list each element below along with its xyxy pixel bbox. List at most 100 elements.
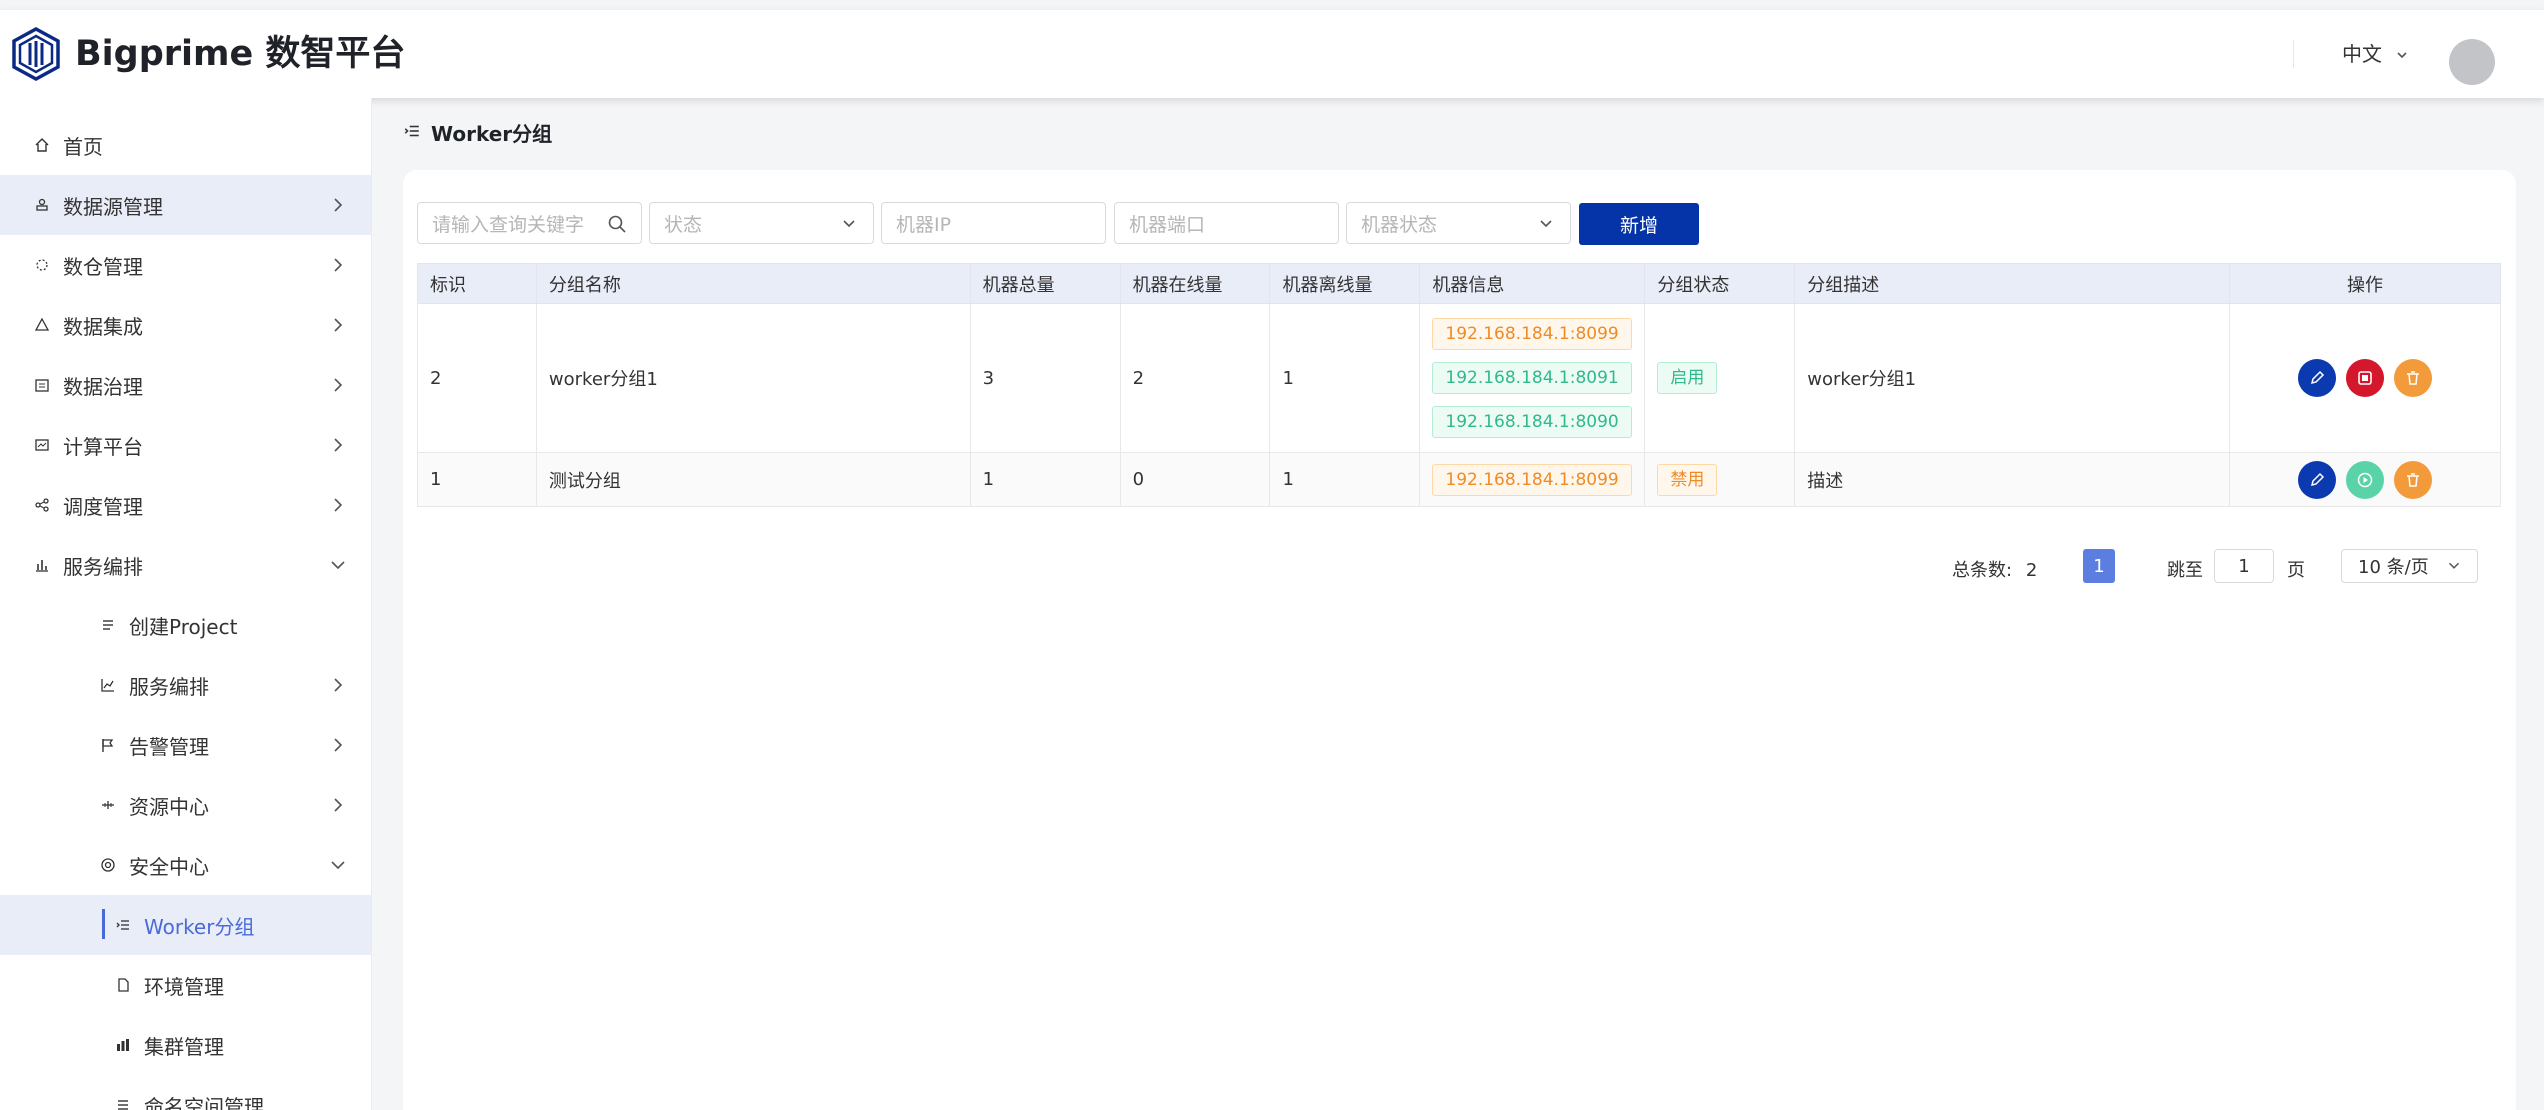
governance-icon [33,376,51,394]
chevron-down-icon [1540,220,1552,228]
sidebar-item-integration[interactable]: 数据集成 [0,295,371,355]
column-header: 机器离线量 [1269,263,1421,304]
add-button[interactable]: 新增 [1579,203,1699,245]
page-unit-label: 页 [2287,560,2305,581]
chevron-right-icon [334,378,343,392]
status-select[interactable]: 状态 [649,202,874,244]
cell-description: worker分组1 [1794,303,2231,453]
table-header-row: 标识 分组名称 机器总量 机器在线量 机器离线量 机器信息 分组状态 分组描述 … [417,263,2501,304]
chevron-right-icon [334,318,343,332]
status-badge: 禁用 [1657,463,1718,496]
column-header: 分组名称 [535,263,971,304]
sidebar-item-governance[interactable]: 数据治理 [0,355,371,415]
search-placeholder: 请输入查询关键字 [432,213,585,236]
top-header: Bigprime 数智平台 中文 [0,10,2544,98]
cell-status: 禁用 [1644,452,1796,507]
home-icon [33,136,51,154]
sidebar-item-service-orchestration-sub[interactable]: 服务编排 [0,655,371,715]
indent-icon [114,916,132,934]
search-icon[interactable] [607,214,627,234]
chevron-right-icon [334,258,343,272]
cell-name: worker分组1 [535,303,971,453]
sidebar-item-alerts[interactable]: 告警管理 [0,715,371,775]
machine-tag: 192.168.184.1:8090 [1432,406,1632,438]
cell-offline: 1 [1269,303,1421,453]
sidebar-item-warehouse[interactable]: 数仓管理 [0,235,371,295]
sidebar-item-compute[interactable]: 计算平台 [0,415,371,475]
disable-button[interactable] [2346,359,2384,397]
sidebar-item-label: Worker分组 [144,914,255,939]
cell-actions [2229,452,2501,507]
sidebar-item-label: 告警管理 [129,734,209,759]
compute-icon [33,436,51,454]
cell-id: 1 [417,452,537,507]
pencil-icon [2310,370,2325,385]
sidebar-item-label: 集群管理 [144,1034,224,1059]
sidebar-item-datasource[interactable]: 数据源管理 [0,175,371,235]
pencil-icon [2310,472,2325,486]
machine-tag: 192.168.184.1:8099 [1432,318,1632,350]
cell-online: 0 [1119,452,1271,507]
cell-name: 测试分组 [535,452,971,507]
status-badge: 启用 [1657,362,1718,394]
enable-button[interactable] [2346,460,2384,499]
machine-port-input[interactable]: 机器端口 [1114,202,1339,244]
column-header: 分组状态 [1644,263,1796,304]
sidebar-item-label: 创建Project [129,614,238,639]
cell-total: 3 [969,303,1121,453]
machine-status-select[interactable]: 机器状态 [1346,202,1571,244]
sidebar-item-label: 数据源管理 [63,194,163,219]
sidebar-item-label: 服务编排 [63,554,143,579]
language-label: 中文 [2342,42,2382,66]
column-header: 操作 [2229,263,2501,304]
sidebar-item-label: 服务编排 [129,674,209,699]
table-row: 2 worker分组1 3 2 1 192.168.184.1:8099 192… [417,303,2501,453]
sidebar-item-label: 资源中心 [129,794,209,819]
cell-actions [2229,303,2501,453]
column-header: 分组描述 [1794,263,2231,304]
sidebar-item-create-project[interactable]: 创建Project [0,595,371,655]
sidebar-item-environment[interactable]: 环境管理 [0,955,371,1015]
language-switcher[interactable]: 中文 [2342,38,2408,70]
cell-description: 描述 [1794,452,2231,507]
chevron-right-icon [334,198,343,212]
machine-ip-input[interactable]: 机器IP [881,202,1106,244]
avatar[interactable] [2449,39,2495,85]
sidebar-item-label: 命名空间管理 [144,1094,264,1110]
sidebar-item-security[interactable]: 安全中心 [0,835,371,895]
sidebar-item-label: 数据集成 [63,314,143,339]
sidebar-item-scheduling[interactable]: 调度管理 [0,475,371,535]
total-count: 2 [2025,560,2038,581]
total-label: 总条数: [1952,560,2013,581]
sidebar-item-worker-group[interactable]: Worker分组 [0,895,371,955]
page-size-select[interactable]: 10 条/页 [2341,549,2478,583]
chevron-down-icon [331,561,345,570]
page-jump-input[interactable]: 1 [2214,549,2274,583]
sidebar-item-home[interactable]: 首页 [0,115,371,175]
delete-button[interactable] [2394,460,2432,499]
edit-button[interactable] [2298,460,2336,499]
search-input[interactable]: 请输入查询关键字 [417,202,642,244]
cell-id: 2 [417,303,537,453]
brand-title: Bigprime 数智平台 [75,34,406,74]
integration-icon [33,316,51,334]
column-header: 机器在线量 [1119,263,1271,304]
sidebar-item-cluster[interactable]: 集群管理 [0,1015,371,1075]
edit-button[interactable] [2298,359,2336,397]
column-header: 机器总量 [969,263,1121,304]
sidebar-item-label: 计算平台 [63,434,143,459]
table-row: 1 测试分组 1 0 1 192.168.184.1:8099 禁用 描述 [417,452,2501,507]
list-icon [99,616,117,634]
page-button-current[interactable]: 1 [2083,549,2115,583]
indent-icon [403,121,421,145]
sidebar-item-service-orchestration[interactable]: 服务编排 [0,535,371,595]
sidebar-item-resources[interactable]: 资源中心 [0,775,371,835]
ip-placeholder: 机器IP [896,213,952,236]
warehouse-icon [33,256,51,274]
jump-label: 跳至 [2167,560,2203,581]
delete-button[interactable] [2394,359,2432,397]
sidebar-item-namespace[interactable]: 命名空间管理 [0,1075,371,1110]
bar-chart-icon [33,556,51,574]
chevron-right-icon [334,798,343,812]
chevron-down-icon [2397,52,2407,59]
